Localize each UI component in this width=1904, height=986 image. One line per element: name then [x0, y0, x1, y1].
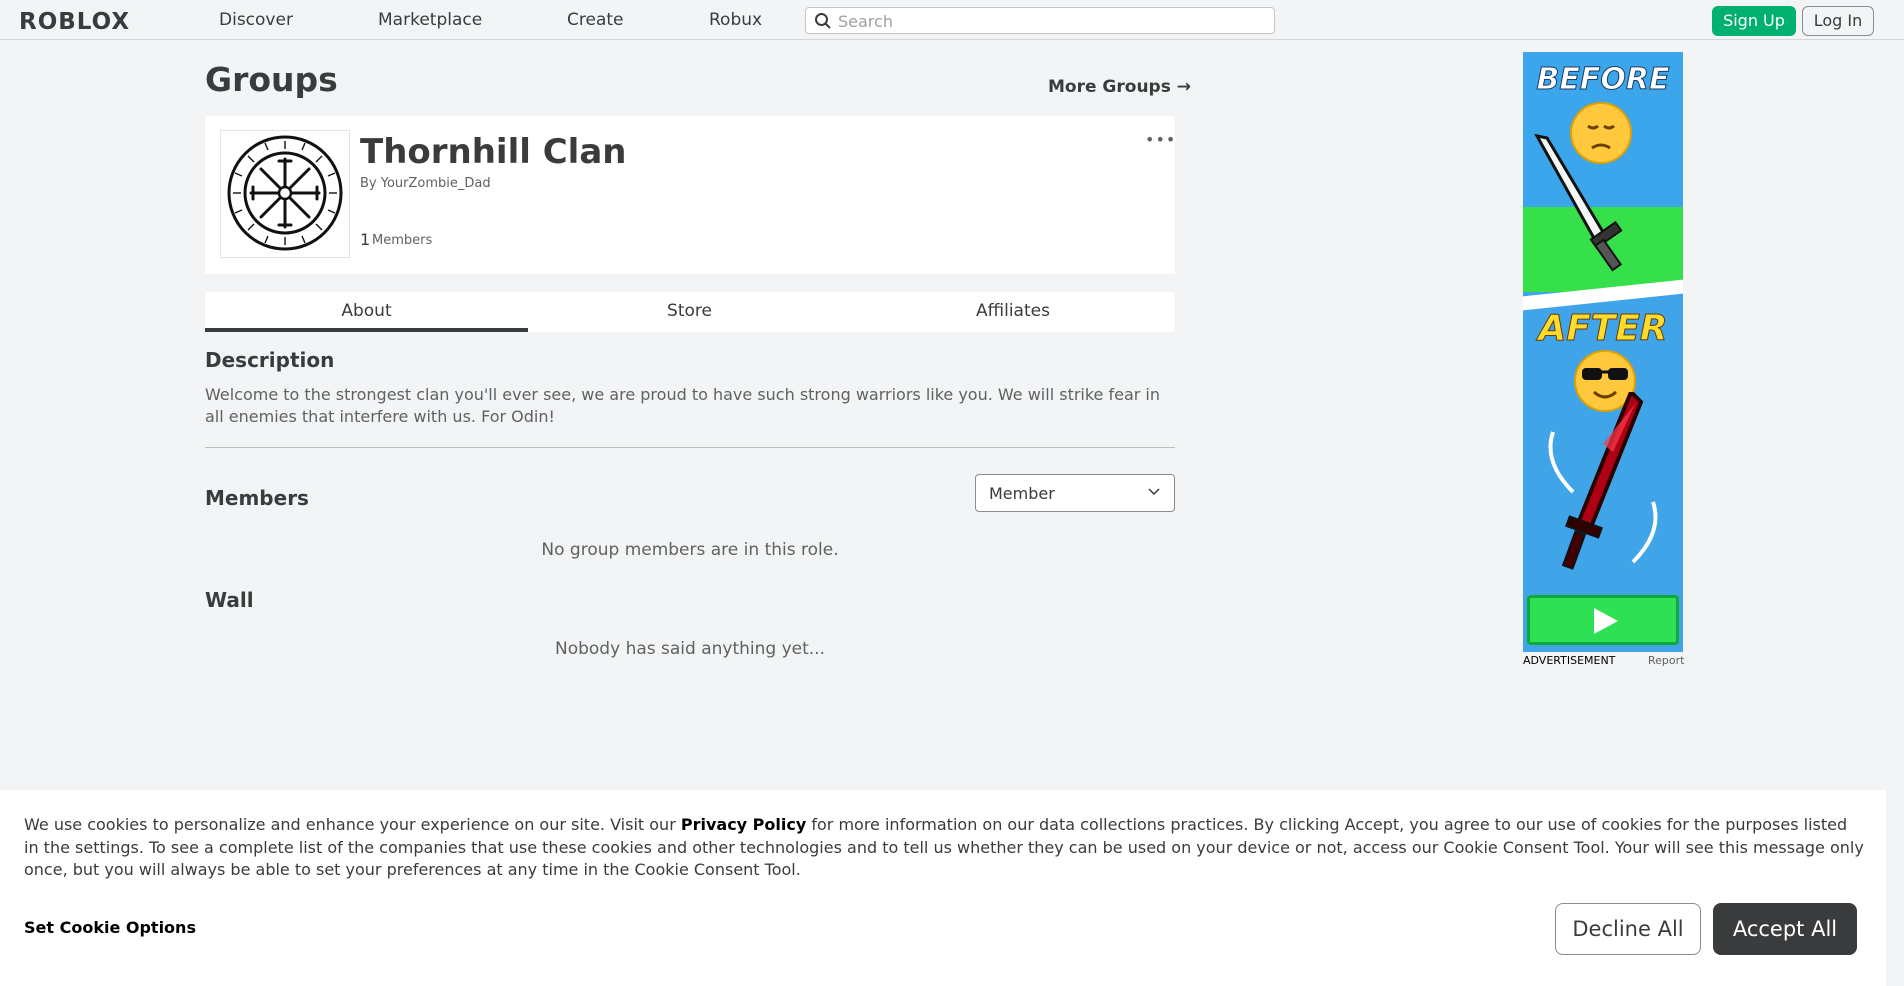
group-header-card: Thornhill Clan By YourZombie_Dad 1 Membe… — [205, 116, 1175, 274]
nav-marketplace[interactable]: Marketplace — [378, 10, 482, 30]
chevron-down-icon — [1148, 488, 1160, 496]
nav-create[interactable]: Create — [567, 10, 624, 30]
member-count: 1 — [360, 230, 371, 249]
roblox-logo[interactable]: ROBLOX — [19, 9, 130, 35]
divider — [205, 447, 1175, 448]
description-heading: Description — [205, 348, 335, 372]
set-cookie-options-link[interactable]: Set Cookie Options — [24, 918, 196, 937]
plain-sword-icon — [1534, 133, 1623, 272]
ad-play-button[interactable] — [1527, 595, 1679, 645]
wall-empty-message: Nobody has said anything yet... — [555, 639, 825, 659]
group-owner-link[interactable]: YourZombie_Dad — [381, 176, 491, 191]
advertisement-label: ADVERTISEMENT — [1523, 654, 1616, 667]
accept-all-button[interactable]: Accept All — [1713, 903, 1857, 955]
play-icon — [1594, 608, 1618, 634]
top-navigation-bar: ROBLOX Discover Marketplace Create Robux… — [0, 0, 1904, 40]
group-description: Welcome to the strongest clan you'll eve… — [205, 385, 1161, 426]
search-icon — [815, 13, 831, 29]
search-box[interactable] — [805, 7, 1275, 34]
group-emblem — [220, 130, 350, 258]
nav-robux[interactable]: Robux — [709, 10, 762, 30]
decline-all-button[interactable]: Decline All — [1555, 903, 1701, 955]
group-name: Thornhill Clan — [360, 132, 627, 172]
cookie-message: We use cookies to personalize and enhanc… — [24, 814, 1864, 882]
upgraded-sword-icon — [1548, 392, 1658, 570]
privacy-policy-link[interactable]: Privacy Policy — [681, 815, 806, 834]
role-dropdown-value: Member — [989, 484, 1055, 503]
arrow-right-icon: → — [1176, 77, 1192, 97]
log-in-button[interactable]: Log In — [1802, 6, 1874, 36]
ad-before-text: BEFORE — [1536, 62, 1670, 98]
advertisement-banner[interactable]: BEFORE AFTER — [1523, 52, 1683, 652]
cookie-consent-banner: We use cookies to personalize and enhanc… — [0, 790, 1886, 986]
more-options-icon[interactable]: ••• — [1145, 130, 1176, 149]
report-ad-link[interactable]: Report — [1648, 654, 1684, 667]
by-prefix: By — [360, 176, 377, 191]
members-count-label: Members — [372, 233, 433, 248]
page-title: Groups — [205, 60, 338, 99]
tab-about[interactable]: About — [205, 292, 528, 332]
more-groups-label: More Groups — [1048, 77, 1171, 97]
members-heading: Members — [205, 486, 309, 510]
group-tabs: About Store Affiliates — [205, 292, 1175, 332]
nav-discover[interactable]: Discover — [219, 10, 293, 30]
tab-affiliates[interactable]: Affiliates — [851, 292, 1175, 332]
vegvisir-emblem-icon — [227, 135, 343, 251]
group-owner-line: By YourZombie_Dad — [360, 176, 491, 191]
tab-store[interactable]: Store — [528, 292, 851, 332]
wall-heading: Wall — [205, 588, 254, 612]
no-members-message: No group members are in this role. — [541, 540, 839, 560]
sign-up-button[interactable]: Sign Up — [1712, 6, 1796, 36]
ad-after-text: AFTER — [1538, 308, 1668, 350]
cookie-text-part-1: We use cookies to personalize and enhanc… — [24, 815, 681, 834]
more-groups-link[interactable]: More Groups → — [1048, 77, 1191, 97]
search-input[interactable] — [838, 10, 1258, 32]
role-dropdown[interactable]: Member — [975, 474, 1175, 512]
